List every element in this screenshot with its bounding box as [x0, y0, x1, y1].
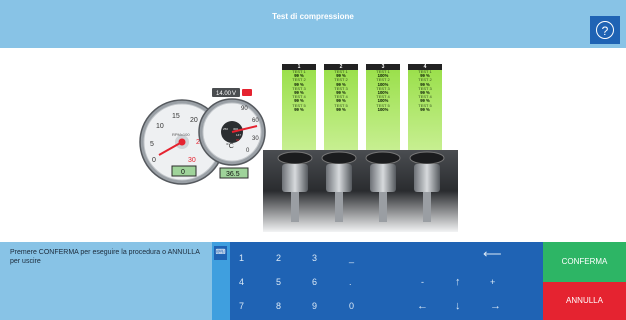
arrow-left-key[interactable]: ←: [408, 296, 438, 316]
key-3[interactable]: 3: [303, 248, 333, 268]
rpm-tick-20: 20: [190, 117, 198, 124]
cylinder-3-column: 3 TEST 1 100% TEST 2 100% TEST 3 100% TEST …: [366, 64, 400, 150]
test-row: TEST 5 99 %: [418, 102, 432, 112]
key-1[interactable]: 1: [230, 248, 260, 268]
arrow-down-key[interactable]: ↓: [446, 296, 476, 316]
rpm-tick-0: 0: [152, 157, 156, 164]
rpm-tick-15: 15: [172, 113, 180, 120]
key-dot[interactable]: .: [340, 272, 370, 292]
key-underscore[interactable]: _: [340, 248, 370, 268]
numeric-keypad: 1 2 3 _ ⟵ 4 5 6 . - ↑ + 7 8 9 0 ← ↓ →: [230, 242, 543, 320]
key-6[interactable]: 6: [303, 272, 333, 292]
temp-readout: 36.5: [226, 171, 240, 178]
key-9[interactable]: 9: [303, 296, 333, 316]
page-title: Test di compressione: [272, 12, 354, 21]
rpm-unit-label: RPMx100: [172, 132, 190, 137]
battery-icon: [242, 89, 252, 96]
battery-voltage-value: 14.00: [216, 91, 232, 97]
rpm-tick-5: 5: [150, 141, 154, 148]
temp-small-147: 147: [236, 133, 241, 137]
confirm-button[interactable]: CONFERMA: [543, 242, 626, 282]
key-4[interactable]: 4: [230, 272, 260, 292]
rpm-tick-30: 30: [188, 157, 196, 164]
main-area: 5 10 15 20 25 30 0 RPMx100 0 90 60 30 0 …: [0, 48, 626, 242]
temp-small-250: 250: [223, 127, 228, 131]
test-row: TEST 5 100%: [376, 102, 390, 112]
footer-bar: Premere CONFERMA per eseguire la procedu…: [0, 242, 626, 320]
cylinder-4-column: 4 TEST 1 99 % TEST 2 99 % TEST 3 99 % TEST …: [408, 64, 442, 150]
question-mark-icon: ?: [596, 21, 614, 39]
key-8[interactable]: 8: [267, 296, 297, 316]
key-minus[interactable]: -: [412, 272, 442, 292]
arrow-up-key[interactable]: ↑: [446, 272, 476, 292]
arrow-right-key[interactable]: →: [481, 296, 511, 316]
key-7[interactable]: 7: [230, 296, 260, 316]
backspace-key[interactable]: ⟵: [474, 244, 504, 264]
help-button[interactable]: ?: [590, 16, 620, 44]
cylinder-1-column: 1 TEST 1 99 % TEST 2 99 % TEST 3 99 % TEST …: [282, 64, 316, 150]
temp-tick-30: 30: [252, 136, 259, 142]
temp-tick-60: 60: [252, 118, 259, 124]
key-5[interactable]: 5: [267, 272, 297, 292]
instruction-text: Premere CONFERMA per eseguire la procedu…: [10, 249, 200, 265]
battery-voltage-unit: V: [232, 91, 236, 97]
rpm-readout: 0: [181, 169, 185, 176]
test-row: TEST 5 99 %: [292, 102, 306, 112]
cylinder-2-column: 2 TEST 1 99 % TEST 2 99 % TEST 3 99 % TEST …: [324, 64, 358, 150]
cancel-button[interactable]: ANNULLA: [543, 282, 626, 320]
dashboard-gauges: 5 10 15 20 25 30 0 RPMx100 0 90 60 30 0 …: [139, 88, 266, 185]
header-bar: Test di compressione ?: [0, 0, 626, 48]
instruction-panel: Premere CONFERMA per eseguire la procedu…: [0, 242, 212, 320]
key-0[interactable]: 0: [340, 296, 370, 316]
temp-tick-90: 90: [241, 106, 248, 112]
engine-block-illustration: [263, 150, 458, 232]
test-row: TEST 5 99 %: [334, 102, 348, 112]
temp-small-300: 300: [233, 127, 238, 131]
key-plus[interactable]: +: [481, 272, 511, 292]
temp-small-85: 85: [236, 138, 240, 142]
key-2[interactable]: 2: [267, 248, 297, 268]
keyboard-icon[interactable]: ⌨: [214, 246, 227, 260]
rpm-tick-10: 10: [156, 123, 164, 130]
temp-unit-label: °C: [226, 142, 234, 150]
